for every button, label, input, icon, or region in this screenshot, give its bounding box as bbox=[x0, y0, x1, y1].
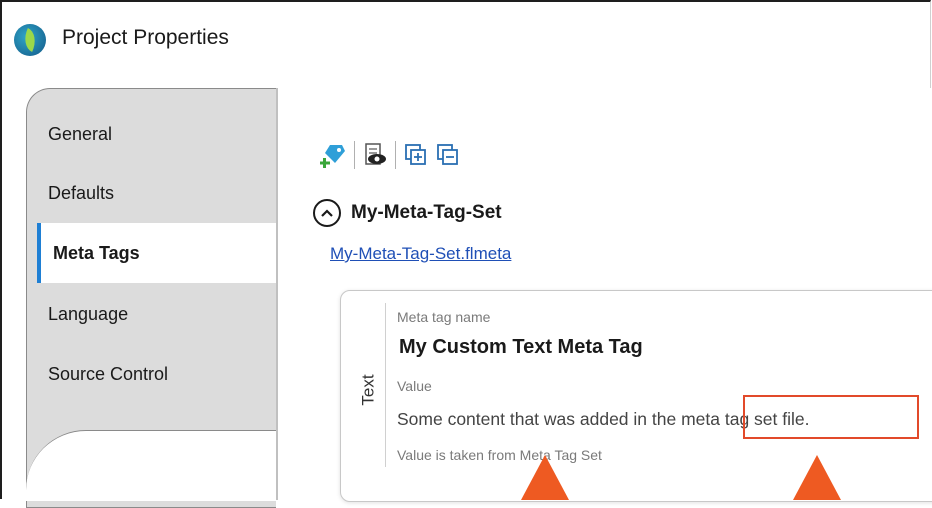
sidebar-item-source-control[interactable]: Source Control bbox=[48, 364, 168, 385]
meta-tag-value-note: Value is taken from Meta Tag Set bbox=[397, 447, 602, 463]
meta-tag-value-label: Value bbox=[397, 378, 432, 394]
meta-tag-set-title: My-Meta-Tag-Set bbox=[351, 202, 502, 223]
expand-all-icon[interactable] bbox=[400, 139, 432, 171]
collapse-set-button[interactable] bbox=[313, 199, 341, 227]
toolbar-separator bbox=[395, 141, 396, 169]
add-meta-tag-set-icon[interactable] bbox=[318, 139, 350, 171]
sidebar-item-language[interactable]: Language bbox=[48, 304, 128, 325]
sidebar-item-general[interactable]: General bbox=[48, 124, 112, 145]
sidebar-bottom-curve bbox=[26, 430, 276, 501]
chevron-up-icon bbox=[321, 209, 333, 217]
sidebar-item-label: Meta Tags bbox=[53, 243, 140, 263]
toolbar bbox=[318, 138, 464, 172]
collapse-all-icon[interactable] bbox=[432, 139, 464, 171]
sidebar-item-defaults[interactable]: Defaults bbox=[48, 183, 114, 204]
sidebar-item-meta-tags[interactable]: Meta Tags bbox=[37, 223, 282, 283]
highlight-box bbox=[743, 395, 919, 439]
preview-icon[interactable] bbox=[359, 139, 391, 171]
meta-tag-name-label: Meta tag name bbox=[397, 309, 491, 325]
window-title: Project Properties bbox=[62, 26, 229, 49]
meta-tag-set-file-link[interactable]: My-Meta-Tag-Set.flmeta bbox=[330, 244, 511, 264]
meta-tag-type-label: Text bbox=[359, 374, 378, 406]
meta-tag-name-value: My Custom Text Meta Tag bbox=[399, 336, 643, 358]
toolbar-separator bbox=[354, 141, 355, 169]
callout-arrow-left bbox=[521, 455, 569, 500]
callout-arrow-right bbox=[793, 455, 841, 500]
card-divider-line bbox=[385, 303, 386, 467]
flare-leaf-icon bbox=[14, 24, 46, 56]
